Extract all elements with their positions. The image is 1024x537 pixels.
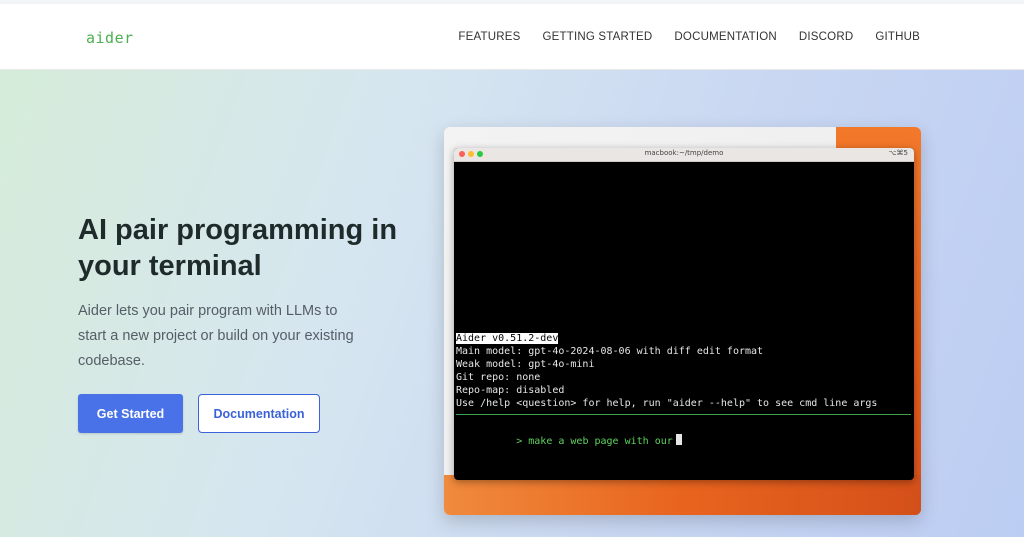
navbar: aider FEATURES GETTING STARTED DOCUMENTA… bbox=[0, 4, 1024, 70]
terminal-shortcut: ⌥⌘5 bbox=[888, 149, 908, 157]
nav-features[interactable]: FEATURES bbox=[458, 31, 520, 43]
hero-description: Aider lets you pair program with LLMs to… bbox=[78, 303, 354, 369]
get-started-button[interactable]: Get Started bbox=[78, 394, 183, 433]
terminal-line: Aider v0.51.2-dev bbox=[456, 333, 559, 344]
main-nav: FEATURES GETTING STARTED DOCUMENTATION D… bbox=[458, 31, 920, 43]
aider-logo[interactable]: aider bbox=[86, 29, 134, 47]
terminal-line: Git repo: none bbox=[456, 372, 541, 383]
terminal-window: macbook:~/tmp/demo ⌥⌘5 Aider v0.51.2-dev… bbox=[454, 148, 914, 480]
terminal-line: Repo-map: disabled bbox=[456, 385, 565, 396]
terminal-title: macbook:~/tmp/demo bbox=[644, 149, 724, 157]
terminal-titlebar: macbook:~/tmp/demo ⌥⌘5 bbox=[454, 148, 914, 162]
hero-title: AI pair programming in your terminal bbox=[78, 214, 398, 282]
nav-getting-started[interactable]: GETTING STARTED bbox=[543, 31, 653, 43]
demo-screenshot-frame: macbook:~/tmp/demo ⌥⌘5 Aider v0.51.2-dev… bbox=[444, 127, 921, 515]
nav-github[interactable]: GITHUB bbox=[875, 31, 920, 43]
terminal-line: Weak model: gpt-4o-mini bbox=[456, 359, 595, 370]
terminal-separator bbox=[456, 414, 911, 415]
nav-documentation[interactable]: DOCUMENTATION bbox=[674, 31, 776, 43]
terminal-line: Use /help <question> for help, run "aide… bbox=[456, 398, 878, 409]
terminal-prompt: > make a web page with our bbox=[516, 436, 673, 447]
terminal-output: Aider v0.51.2-dev Main model: gpt-4o-202… bbox=[456, 332, 912, 461]
cursor-icon bbox=[675, 434, 682, 445]
nav-discord[interactable]: DISCORD bbox=[799, 31, 853, 43]
documentation-button[interactable]: Documentation bbox=[198, 394, 320, 433]
terminal-line: Main model: gpt-4o-2024-08-06 with diff … bbox=[456, 346, 764, 357]
hero-section: AI pair programming in your terminal Aid… bbox=[0, 70, 1024, 537]
wallpaper-orange-bottom bbox=[444, 475, 921, 515]
